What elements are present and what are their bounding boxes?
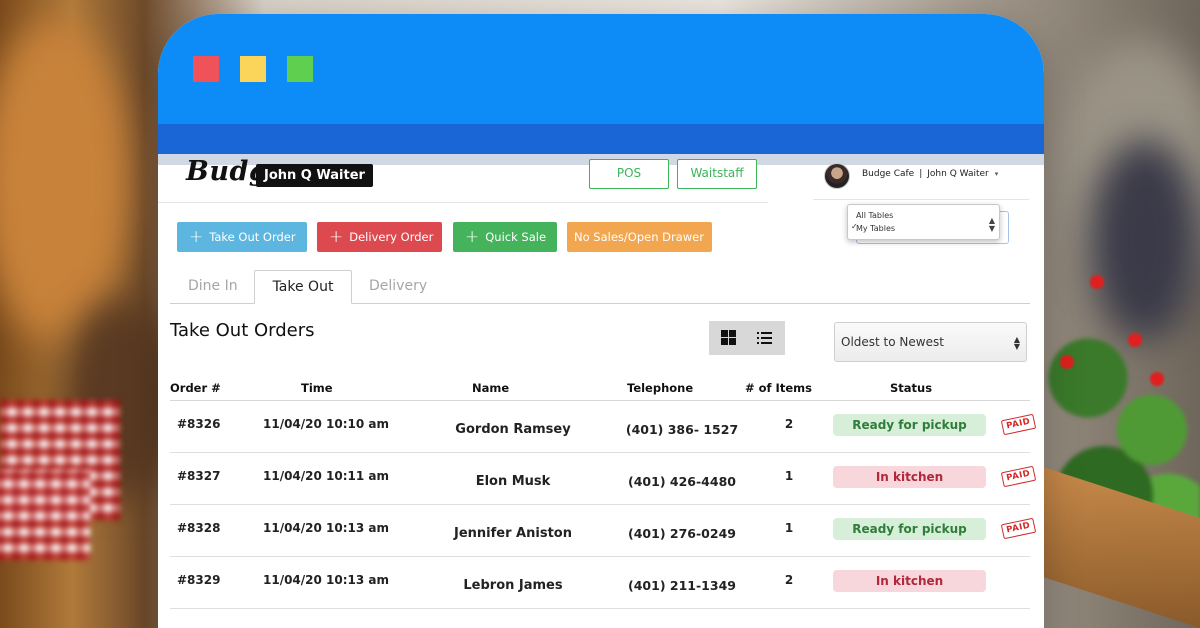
item-count: 1 <box>784 469 794 483</box>
customer-name: Jennifer Aniston <box>454 526 572 541</box>
order-number: #8329 <box>177 573 221 587</box>
bg-flower <box>1128 333 1142 347</box>
chevron-down-icon: ▾ <box>994 170 999 178</box>
sort-order-value: Oldest to Newest <box>841 335 944 349</box>
sort-order-select[interactable]: Oldest to Newest ▲ ▼ <box>834 322 1027 362</box>
status-badge[interactable]: Ready for pickup <box>833 518 986 540</box>
order-number: #8328 <box>177 521 221 535</box>
table-option-all[interactable]: All Tables <box>856 209 999 222</box>
status-badge[interactable]: In kitchen <box>833 570 986 592</box>
bg-tablecloth <box>0 470 90 560</box>
order-time: 11/04/20 10:13 am <box>263 521 390 535</box>
column-header-name: Name <box>472 381 510 395</box>
column-header-telephone: Telephone <box>627 381 694 395</box>
plus-icon: + <box>189 227 204 247</box>
bg-flower <box>1150 372 1164 386</box>
paid-stamp: PAID <box>1000 413 1037 436</box>
order-number: #8327 <box>177 469 221 483</box>
header-divider <box>813 199 1029 200</box>
tab-take-out[interactable]: Take Out <box>254 270 352 304</box>
user-badge: John Q Waiter <box>256 164 373 187</box>
paid-stamp: PAID <box>1000 465 1037 488</box>
customer-telephone: (401) 276-0249 <box>628 526 736 541</box>
customer-telephone: (401) 386- 1527 <box>625 422 739 437</box>
customer-name: Elon Musk <box>475 474 551 489</box>
customer-name: Lebron James <box>463 578 563 593</box>
order-time: 11/04/20 10:13 am <box>263 573 390 587</box>
account-separator: | <box>919 169 923 179</box>
column-header-order: Order # <box>170 381 221 395</box>
list-view-icon[interactable] <box>757 332 772 344</box>
page-title: Take Out Orders <box>170 320 315 341</box>
table-row[interactable]: #8328 11/04/20 10:13 am Jennifer Aniston (4… <box>170 505 1037 557</box>
grid-view-icon[interactable] <box>721 330 736 345</box>
tab-dine-in[interactable]: Dine In <box>188 270 238 304</box>
item-count: 2 <box>784 573 794 587</box>
up-down-arrows-icon: ▲ ▼ <box>988 216 995 233</box>
status-badge[interactable]: Ready for pickup <box>833 414 986 436</box>
delivery-order-button[interactable]: + Delivery Order <box>317 222 442 252</box>
check-icon: ✓ <box>851 222 858 231</box>
column-header-items: # of Items <box>745 381 812 395</box>
take-out-order-label: Take Out Order <box>209 230 296 244</box>
item-count: 1 <box>784 521 794 535</box>
column-header-time: Time <box>301 381 333 395</box>
no-sales-open-drawer-button[interactable]: No Sales/Open Drawer <box>567 222 712 252</box>
table-row[interactable]: #8327 11/04/20 10:11 am Elon Musk (401) 426… <box>170 453 1037 505</box>
table-row[interactable]: #8326 11/04/20 10:10 am Gordon Ramsey (401)… <box>170 401 1037 453</box>
customer-name: Gordon Ramsey <box>455 422 571 437</box>
bg-blur-shape <box>0 20 130 340</box>
column-header-status: Status <box>890 381 933 395</box>
plus-icon: + <box>329 227 344 247</box>
order-time: 11/04/20 10:10 am <box>263 417 390 431</box>
bg-flower <box>1090 275 1104 289</box>
view-toggle <box>709 321 785 355</box>
tab-delivery[interactable]: Delivery <box>369 270 427 304</box>
avatar[interactable] <box>824 163 850 189</box>
account-user-name: John Q Waiter <box>927 169 989 179</box>
customer-telephone: (401) 426-4480 <box>628 474 736 489</box>
order-number: #8326 <box>177 417 221 431</box>
take-out-order-button[interactable]: + Take Out Order <box>177 222 307 252</box>
order-time: 11/04/20 10:11 am <box>263 469 390 483</box>
pos-button[interactable]: POS <box>589 159 669 189</box>
table-row[interactable]: #8329 11/04/20 10:13 am Lebron James (401) … <box>170 557 1030 609</box>
status-badge[interactable]: In kitchen <box>833 466 986 488</box>
quick-sale-button[interactable]: + Quick Sale <box>453 222 557 252</box>
table-option-mine[interactable]: My Tables <box>856 222 999 235</box>
customer-telephone: (401) 211-1349 <box>628 578 736 593</box>
app-content: Budge John Q Waiter POS Waitstaff Budge … <box>158 0 1044 628</box>
table-filter-dropdown[interactable]: All Tables My Tables ✓ ▲ ▼ <box>847 204 1000 240</box>
cafe-name: Budge Cafe <box>862 169 915 179</box>
paid-stamp: PAID <box>1000 517 1037 540</box>
item-count: 2 <box>784 417 794 431</box>
bg-flower <box>1060 355 1074 369</box>
up-down-arrows-icon: ▲ ▼ <box>1013 335 1020 351</box>
quick-sale-label: Quick Sale <box>485 230 547 244</box>
plus-icon: + <box>465 227 480 247</box>
header-divider <box>158 202 768 203</box>
waitstaff-button[interactable]: Waitstaff <box>677 159 757 189</box>
delivery-order-label: Delivery Order <box>349 230 434 244</box>
account-menu[interactable]: Budge Cafe | John Q Waiter ▾ <box>862 169 998 179</box>
